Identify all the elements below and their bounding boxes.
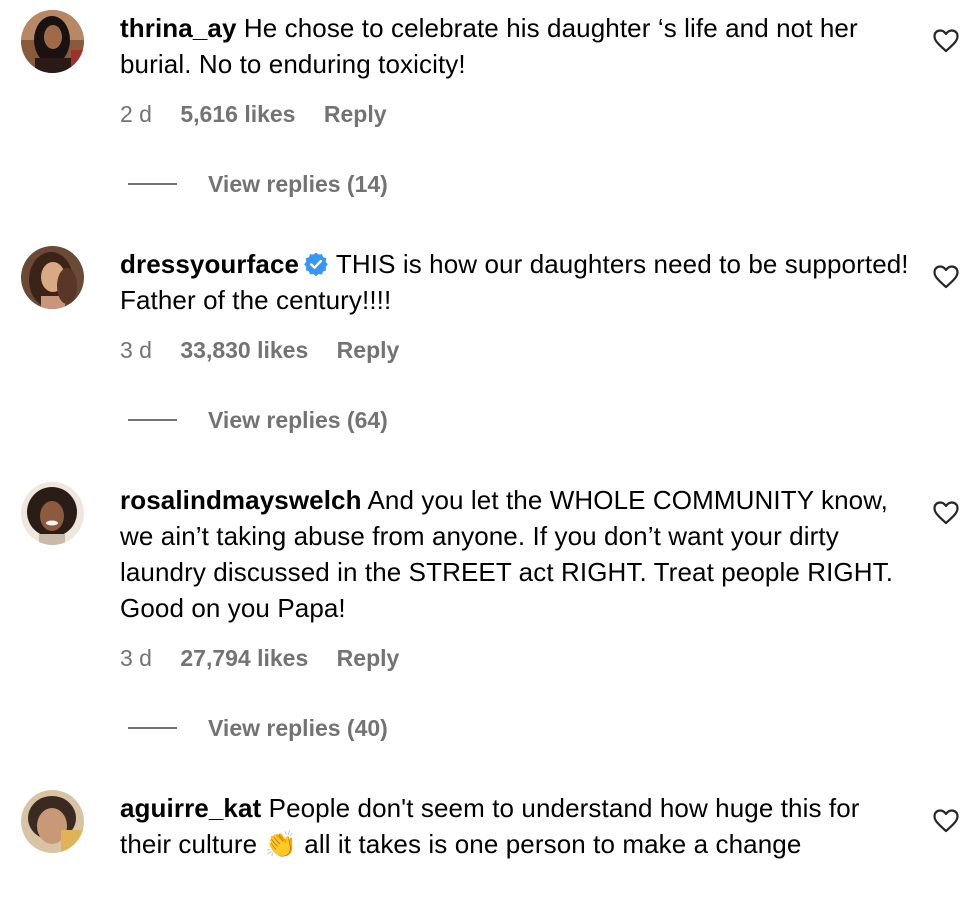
heart-outline-icon[interactable]: [933, 501, 959, 525]
comment-username[interactable]: rosalindmayswelch: [120, 485, 362, 515]
comment-text: dressyourface THIS is how our daughters …: [120, 246, 910, 318]
view-replies-label: View replies (40): [208, 715, 388, 741]
reply-button[interactable]: Reply: [337, 337, 400, 363]
avatar-photo-icon: [21, 790, 84, 853]
comment-username[interactable]: thrina_ay: [120, 13, 237, 43]
comment-meta: 2 d 5,616 likes Reply: [120, 99, 409, 129]
view-replies-label: View replies (14): [208, 171, 388, 197]
comment-text: rosalindmayswelch And you let the WHOLE …: [120, 482, 910, 626]
comment-likes[interactable]: 33,830 likes: [180, 337, 308, 363]
avatar[interactable]: [21, 790, 84, 853]
verified-badge-icon: [303, 251, 329, 277]
heart-outline-icon[interactable]: [933, 29, 959, 53]
replies-divider: [128, 183, 177, 185]
view-replies-label: View replies (64): [208, 407, 388, 433]
comment-likes[interactable]: 27,794 likes: [180, 645, 308, 671]
comment-username[interactable]: aguirre_kat: [120, 793, 261, 823]
reply-button[interactable]: Reply: [324, 101, 387, 127]
heart-outline-icon[interactable]: [933, 809, 959, 833]
avatar-photo-icon: [21, 482, 84, 545]
comment-text: thrina_ay He chose to celebrate his daug…: [120, 10, 910, 82]
comment-body-continued: all it takes is one person to make a cha…: [304, 829, 802, 859]
comment-username[interactable]: dressyourface: [120, 249, 299, 279]
heart-outline-icon[interactable]: [933, 265, 959, 289]
avatar-photo-icon: [21, 246, 84, 309]
avatar[interactable]: [21, 482, 84, 545]
comment-age[interactable]: 3 d: [120, 337, 152, 363]
replies-divider: [128, 727, 177, 729]
avatar[interactable]: [21, 10, 84, 73]
comment-meta: 3 d 27,794 likes Reply: [120, 643, 421, 673]
replies-divider: [128, 419, 177, 421]
comment-meta: 3 d 33,830 likes Reply: [120, 335, 421, 365]
avatar[interactable]: [21, 246, 84, 309]
view-replies-button[interactable]: View replies (64): [128, 405, 388, 435]
reply-button[interactable]: Reply: [337, 645, 400, 671]
comment-age[interactable]: 2 d: [120, 101, 152, 127]
view-replies-button[interactable]: View replies (40): [128, 713, 388, 743]
comment-likes[interactable]: 5,616 likes: [180, 101, 295, 127]
avatar-photo-icon: [21, 10, 84, 73]
clapping-hands-emoji: 👏: [264, 830, 297, 860]
comment-age[interactable]: 3 d: [120, 645, 152, 671]
view-replies-button[interactable]: View replies (14): [128, 169, 388, 199]
comment-text: aguirre_kat People don't seem to underst…: [120, 790, 910, 863]
